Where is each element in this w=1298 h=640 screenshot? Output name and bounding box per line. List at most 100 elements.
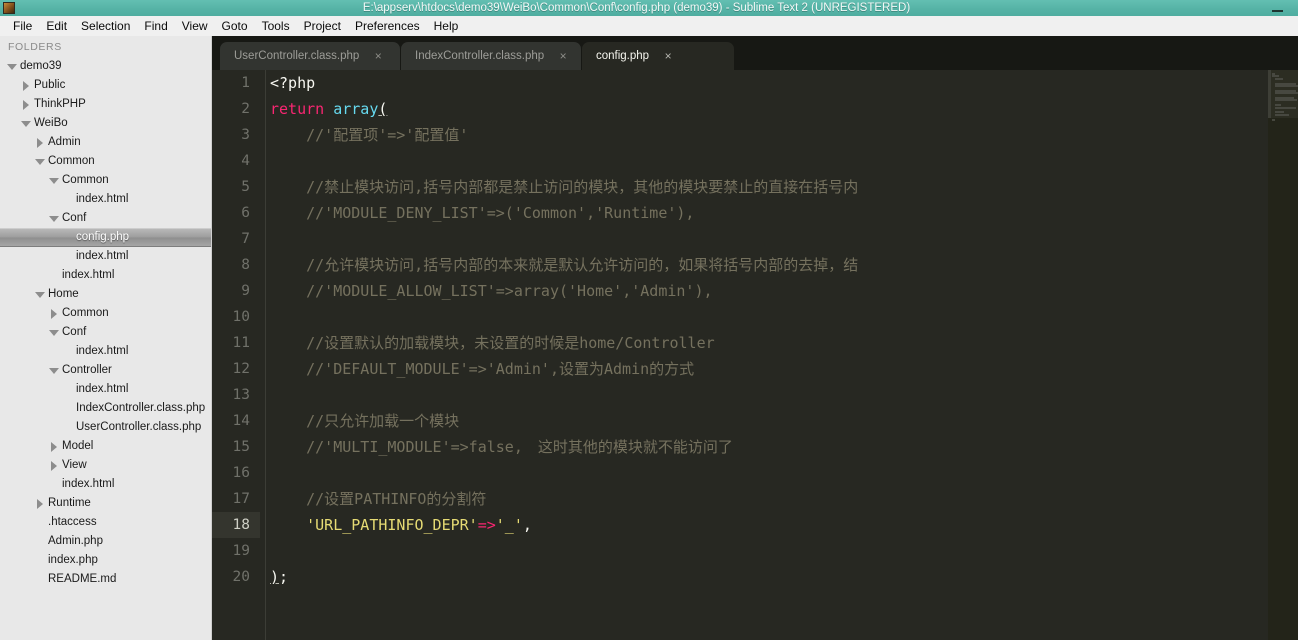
menu-item-file[interactable]: File [6, 16, 39, 36]
sublime-text-window: E:\appserv\htdocs\demo39\WeiBo\Common\Co… [0, 0, 1298, 640]
code-line[interactable]: //设置默认的加载模块，未设置的时候是home/Controller [270, 330, 1298, 356]
menu-item-help[interactable]: Help [427, 16, 466, 36]
code-line[interactable]: ); [270, 564, 1298, 590]
tree-item[interactable]: UserController.class.php [0, 418, 211, 437]
triangle-down-icon[interactable] [48, 327, 59, 338]
line-number: 12 [232, 361, 250, 377]
tree-item[interactable]: Runtime [0, 494, 211, 513]
tree-item[interactable]: ThinkPHP [0, 95, 211, 114]
tree-item-label: Common [62, 174, 109, 186]
code-line[interactable] [270, 148, 1298, 174]
triangle-down-icon[interactable] [48, 175, 59, 186]
triangle-right-icon[interactable] [20, 99, 31, 110]
code-line[interactable]: //设置PATHINFO的分割符 [270, 486, 1298, 512]
line-number: 7 [241, 231, 250, 247]
code-line[interactable]: //'DEFAULT_MODULE'=>'Admin',设置为Admin的方式 [270, 356, 1298, 382]
triangle-down-icon[interactable] [34, 156, 45, 167]
line-number: 18 [212, 512, 260, 538]
code-editor[interactable]: 1 2 3 4 5 6 7 8 9 10 11 12 13 14 15 16 17 18 19 20 <?php ret… [212, 70, 1298, 640]
code-line[interactable] [270, 460, 1298, 486]
triangle-down-icon[interactable] [48, 365, 59, 376]
code-line[interactable]: //允许模块访问,括号内部的本来就是默认允许访问的，如果将括号内部的去掉，结 [270, 252, 1298, 278]
triangle-down-icon[interactable] [20, 118, 31, 129]
tree-item[interactable]: README.md [0, 570, 211, 589]
tree-item[interactable]: Conf [0, 209, 211, 228]
line-number: 3 [241, 127, 250, 143]
triangle-right-icon[interactable] [34, 137, 45, 148]
code-line[interactable]: //'MODULE_DENY_LIST'=>('Common','Runtime… [270, 200, 1298, 226]
menu-item-project[interactable]: Project [297, 16, 348, 36]
tree-item[interactable]: IndexController.class.php [0, 399, 211, 418]
code-line[interactable]: return array( [270, 96, 1298, 122]
tree-item[interactable]: Common [0, 171, 211, 190]
menu-item-preferences[interactable]: Preferences [348, 16, 427, 36]
triangle-right-icon[interactable] [48, 441, 59, 452]
code-line[interactable]: //'MULTI_MODULE'=>false, 这时其他的模块就不能访问了 [270, 434, 1298, 460]
menu-item-find[interactable]: Find [137, 16, 174, 36]
tree-item[interactable]: demo39 [0, 57, 211, 76]
triangle-down-icon[interactable] [34, 289, 45, 300]
code-line[interactable]: 'URL_PATHINFO_DEPR'=>'_', [270, 512, 1298, 538]
triangle-down-icon[interactable] [48, 213, 59, 224]
triangle-right-icon[interactable] [48, 460, 59, 471]
line-number: 8 [241, 257, 250, 273]
minimize-button[interactable] [1264, 0, 1290, 16]
minimap[interactable] [1268, 70, 1298, 640]
close-icon[interactable]: × [659, 42, 677, 70]
menu-item-tools[interactable]: Tools [255, 16, 297, 36]
code-line[interactable]: //'配置项'=>'配置值' [270, 122, 1298, 148]
tree-item[interactable]: index.html [0, 266, 211, 285]
code-content[interactable]: <?php return array( //'配置项'=>'配置值' //禁止模块… [270, 70, 1298, 640]
tree-item-label: index.php [48, 554, 98, 566]
tree-item[interactable]: Admin [0, 133, 211, 152]
code-line[interactable]: <?php [270, 70, 1298, 96]
menu-item-view[interactable]: View [175, 16, 215, 36]
tree-item[interactable]: index.html [0, 475, 211, 494]
tree-item-selected[interactable]: config.php [0, 228, 211, 247]
triangle-down-icon[interactable] [6, 61, 17, 72]
tree-item[interactable]: Home [0, 285, 211, 304]
tree-item[interactable]: index.php [0, 551, 211, 570]
menu-item-edit[interactable]: Edit [39, 16, 74, 36]
minimap-line [1275, 92, 1298, 95]
tree-item[interactable]: index.html [0, 380, 211, 399]
triangle-right-icon[interactable] [34, 498, 45, 509]
tab-usercontroller-class-php[interactable]: UserController.class.php × [220, 42, 400, 70]
code-line[interactable]: //'MODULE_ALLOW_LIST'=>array('Home','Adm… [270, 278, 1298, 304]
tab-indexcontroller-class-php[interactable]: IndexController.class.php × [401, 42, 581, 70]
tree-item[interactable]: View [0, 456, 211, 475]
tree-item[interactable]: Conf [0, 323, 211, 342]
code-line[interactable]: //只允许加载一个模块 [270, 408, 1298, 434]
tree-item[interactable]: Common [0, 152, 211, 171]
code-line[interactable] [270, 382, 1298, 408]
tree-item-label: Common [62, 307, 109, 319]
triangle-right-icon[interactable] [20, 80, 31, 91]
line-number: 17 [232, 491, 250, 507]
tree-item[interactable]: .htaccess [0, 513, 211, 532]
tree-item[interactable]: Model [0, 437, 211, 456]
tree-item-label: index.html [76, 250, 129, 262]
menu-item-selection[interactable]: Selection [74, 16, 137, 36]
tree-item[interactable]: Common [0, 304, 211, 323]
code-line[interactable] [270, 226, 1298, 252]
file-spacer-icon [48, 270, 59, 281]
tree-item[interactable]: index.html [0, 342, 211, 361]
tree-item[interactable]: Admin.php [0, 532, 211, 551]
menu-item-goto[interactable]: Goto [215, 16, 255, 36]
code-line[interactable]: //禁止模块访问,括号内部都是禁止访问的模块，其他的模块要禁止的直接在括号内 [270, 174, 1298, 200]
tree-item[interactable]: WeiBo [0, 114, 211, 133]
line-number: 10 [232, 309, 250, 325]
close-icon[interactable]: × [554, 42, 572, 70]
tree-item[interactable]: index.html [0, 247, 211, 266]
tree-item[interactable]: index.html [0, 190, 211, 209]
tree-item-label: Conf [62, 212, 87, 224]
tree-item[interactable]: Controller [0, 361, 211, 380]
close-icon[interactable]: × [369, 42, 387, 70]
triangle-right-icon[interactable] [48, 308, 59, 319]
code-line[interactable] [270, 304, 1298, 330]
tab-config-php[interactable]: config.php × [582, 42, 734, 70]
editor-pane: UserController.class.php × IndexController… [212, 36, 1298, 640]
line-number: 11 [232, 335, 250, 351]
code-line[interactable] [270, 538, 1298, 564]
tree-item[interactable]: Public [0, 76, 211, 95]
